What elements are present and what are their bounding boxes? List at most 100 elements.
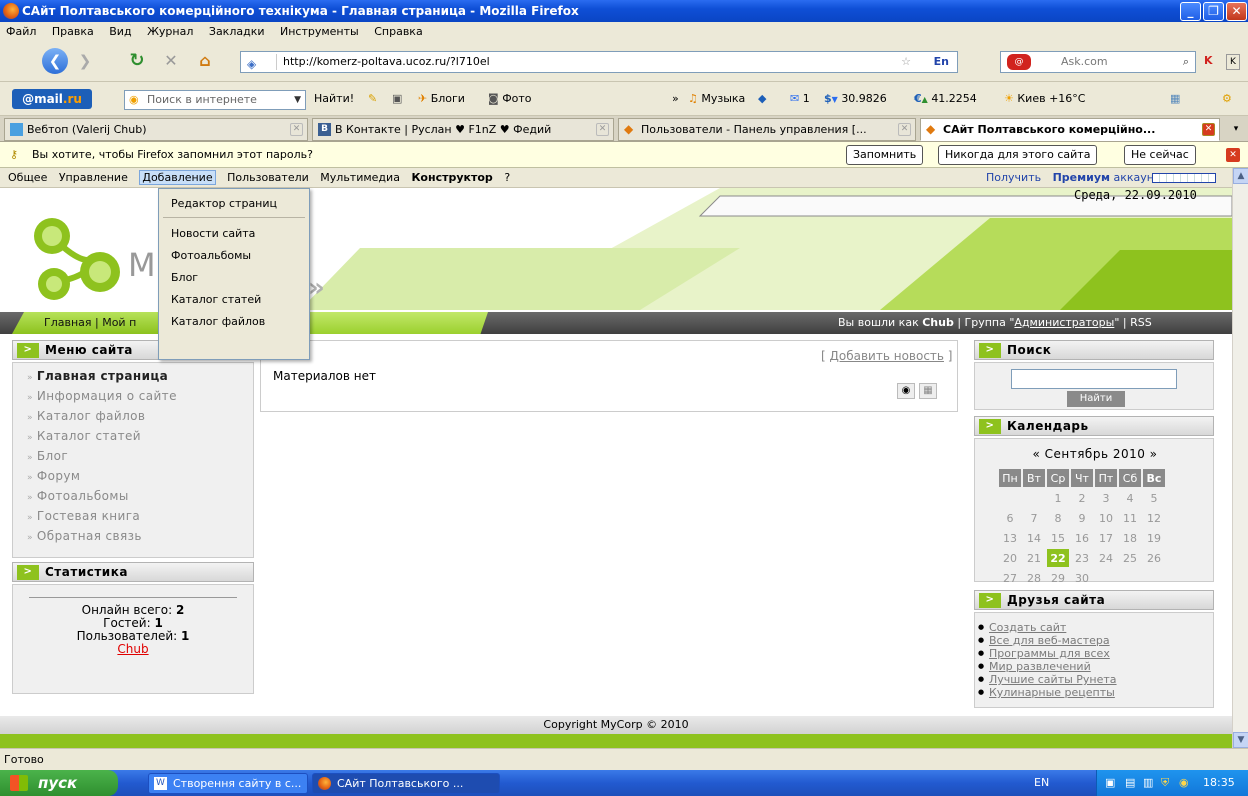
mailru-photo-link[interactable]: ◙ Фото [488, 82, 532, 116]
calendar-day[interactable]: 10 [1095, 509, 1117, 527]
menu-link-articles[interactable]: » Каталог статей [27, 429, 141, 443]
mailru-blogs-link[interactable]: ✈ Блоги [418, 82, 465, 116]
calendar-day[interactable]: 27 [999, 569, 1021, 587]
menu-help[interactable]: Справка [374, 25, 422, 38]
calendar-month-nav[interactable]: « Сентябрь 2010 » [975, 447, 1215, 461]
taskbar-item-word[interactable]: W Створення сайту в с... [148, 773, 308, 794]
not-now-button[interactable]: Не сейчас [1124, 145, 1196, 165]
premium-link[interactable]: Получить Премиум аккаунт [986, 168, 1168, 188]
window-titlebar[interactable]: САйт Полтавського комерційного технікума… [0, 0, 1248, 22]
clock[interactable]: 18:35 [1203, 770, 1235, 796]
bookmark-star-icon[interactable]: ☆ [901, 52, 911, 72]
calendar-day[interactable]: 16 [1071, 529, 1093, 547]
scroll-down-icon[interactable]: ▼ [1233, 732, 1248, 748]
search-icon[interactable]: ⌕ [1183, 52, 1189, 72]
menu-history[interactable]: Журнал [147, 25, 193, 38]
admin-multimedia[interactable]: Мультимедиа [320, 171, 400, 184]
stats-user-link[interactable]: Chub [13, 643, 253, 656]
lang-indicator[interactable]: En [934, 52, 949, 72]
ask-engine-icon[interactable]: @ [1007, 54, 1031, 70]
calendar-day[interactable]: 29 [1047, 569, 1069, 587]
network-icon[interactable]: ▣ [1105, 770, 1115, 796]
home-icon[interactable]: ⌂ [192, 48, 218, 74]
widget-icon[interactable]: ▦ [1170, 82, 1180, 116]
adminbar-toggle-icon[interactable] [1152, 173, 1216, 183]
back-arrow-icon[interactable]: ❮ [42, 48, 68, 74]
dropdown-photo-albums[interactable]: Фотоальбомы [171, 249, 251, 262]
admin-add[interactable]: Добавление [139, 170, 216, 185]
chevron-down-icon[interactable]: ▼ [294, 91, 301, 109]
admin-users[interactable]: Пользователи [227, 171, 309, 184]
menu-bookmarks[interactable]: Закладки [209, 25, 265, 38]
calendar-day[interactable]: 8 [1047, 509, 1069, 527]
dropdown-blog[interactable]: Блог [171, 271, 198, 284]
forward-arrow-icon[interactable]: ❯ [72, 48, 98, 74]
friend-link[interactable]: Все для веб-мастера [978, 634, 1110, 647]
admin-general[interactable]: Общее [8, 171, 47, 184]
calendar-day[interactable]: 5 [1143, 489, 1165, 507]
calendar-day[interactable]: 2 [1071, 489, 1093, 507]
tray-app-icon[interactable]: ▥ [1143, 770, 1153, 796]
calendar-day[interactable]: 3 [1095, 489, 1117, 507]
addon-k-icon[interactable]: K [1226, 54, 1240, 70]
menu-link-feedback[interactable]: » Обратная связь [27, 529, 142, 543]
menu-link-files[interactable]: » Каталог файлов [27, 409, 145, 423]
stop-icon[interactable]: ✕ [158, 48, 184, 74]
menu-view[interactable]: Вид [109, 25, 131, 38]
pencil-icon[interactable]: ✎ [368, 82, 377, 116]
taskbar-item-firefox[interactable]: САйт Полтавського ... [312, 773, 500, 794]
menu-link-info[interactable]: » Информация о сайте [27, 389, 177, 403]
calendar-day[interactable]: 18 [1119, 529, 1141, 547]
update-icon[interactable]: ◉ [1179, 770, 1189, 796]
dropdown-site-news[interactable]: Новости сайта [171, 227, 255, 240]
friend-link[interactable]: Кулинарные рецепты [978, 686, 1115, 699]
tab-list-chevron-icon[interactable]: ▾ [1228, 120, 1244, 138]
mailru-mail-count[interactable]: ✉ 1 [790, 82, 810, 116]
tab-webtop[interactable]: Вебтоп (Valerij Chub) ✕ [4, 118, 308, 141]
addon-icon[interactable]: K [1204, 54, 1213, 67]
gear-icon[interactable]: ⚙ [1222, 82, 1232, 116]
calendar-day[interactable]: 4 [1119, 489, 1141, 507]
calendar-day[interactable]: 12 [1143, 509, 1165, 527]
close-button[interactable]: ✕ [1226, 2, 1247, 21]
mailru-search-engine-icon[interactable]: ◉ [129, 91, 139, 109]
calendar-day[interactable]: 20 [999, 549, 1021, 567]
close-icon[interactable]: ✕ [290, 123, 303, 136]
admin-manage[interactable]: Управление [59, 171, 128, 184]
calendar-day[interactable]: 25 [1119, 549, 1141, 567]
close-icon[interactable]: ✕ [898, 123, 911, 136]
calendar-day[interactable]: 15 [1047, 529, 1069, 547]
menu-link-blog[interactable]: » Блог [27, 449, 68, 463]
vertical-scrollbar[interactable]: ▲ ▼ [1232, 168, 1248, 748]
mailru-find-button[interactable]: Найти! [314, 82, 354, 116]
calendar-day[interactable]: 21 [1023, 549, 1045, 567]
site-identity-icon[interactable]: ◈ [247, 54, 277, 71]
login-user[interactable]: Chub [922, 316, 954, 329]
maximize-button[interactable]: ❐ [1203, 2, 1224, 21]
dropdown-file-catalog[interactable]: Каталог файлов [171, 315, 265, 328]
friend-link[interactable]: Программы для всех [978, 647, 1110, 660]
mailru-logo[interactable]: @mail.ru [12, 89, 92, 109]
grid-icon[interactable]: ▦ [919, 383, 937, 399]
calendar-day[interactable]: 23 [1071, 549, 1093, 567]
menu-link-home[interactable]: » Главная страница [27, 369, 168, 383]
calendar-day[interactable]: 30 [1071, 569, 1093, 587]
admin-help[interactable]: ? [504, 171, 510, 184]
calendar-day[interactable]: 14 [1023, 529, 1045, 547]
menu-file[interactable]: Файл [6, 25, 36, 38]
calendar-day[interactable]: 17 [1095, 529, 1117, 547]
calendar-day-today[interactable]: 22 [1047, 549, 1069, 567]
tray-app-icon[interactable]: ▤ [1125, 770, 1135, 796]
calendar-day[interactable]: 6 [999, 509, 1021, 527]
calendar-day[interactable]: 11 [1119, 509, 1141, 527]
calendar-day[interactable]: 26 [1143, 549, 1165, 567]
calendar-day[interactable]: 19 [1143, 529, 1165, 547]
minimize-button[interactable]: _ [1180, 2, 1201, 21]
close-icon[interactable]: ✕ [596, 123, 609, 136]
agent-icon[interactable]: ◆ [758, 82, 766, 116]
calendar-day[interactable]: 28 [1023, 569, 1045, 587]
dropdown-page-editor[interactable]: Редактор страниц [171, 197, 277, 210]
never-for-site-button[interactable]: Никогда для этого сайта [938, 145, 1098, 165]
menu-link-guestbook[interactable]: » Гостевая книга [27, 509, 140, 523]
calendar-day[interactable]: 13 [999, 529, 1021, 547]
